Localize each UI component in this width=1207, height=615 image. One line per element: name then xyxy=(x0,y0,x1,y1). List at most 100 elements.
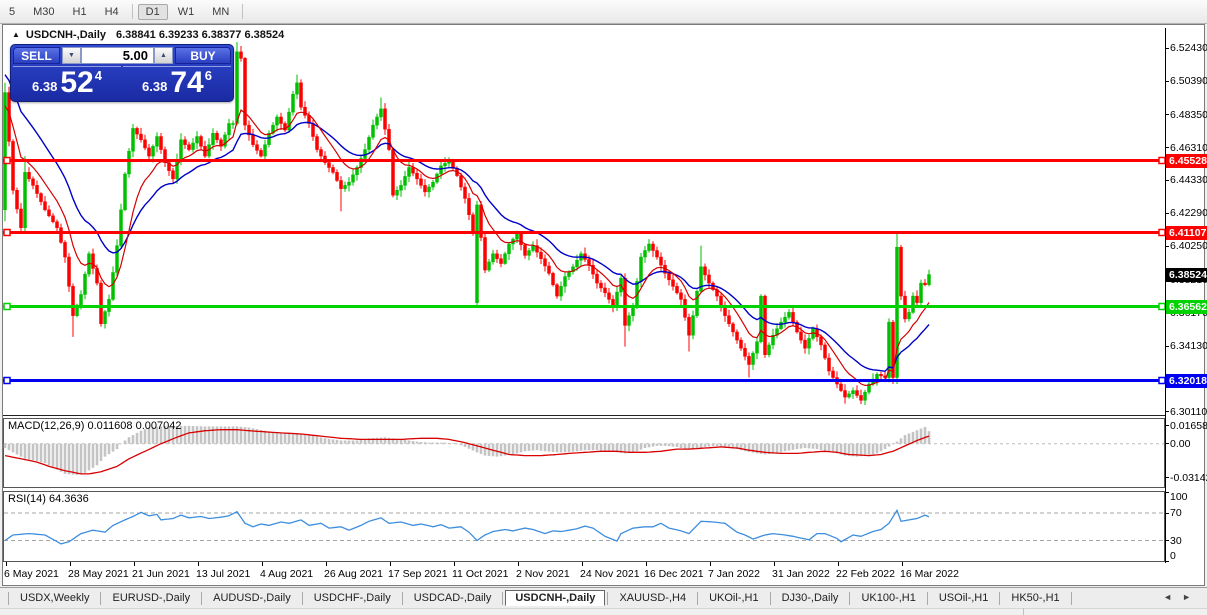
macd-histogram-bar xyxy=(575,443,579,452)
macd-histogram-bar xyxy=(427,442,431,444)
buy-price-pip: 6 xyxy=(204,68,212,83)
macd-histogram-bar xyxy=(895,441,899,444)
macd-histogram-bar xyxy=(439,442,443,444)
macd-histogram-bar xyxy=(111,443,115,452)
candle-body xyxy=(47,209,51,217)
sell-button[interactable]: SELL xyxy=(13,47,60,64)
macd-histogram-bar xyxy=(647,443,651,448)
date-tick xyxy=(838,562,839,566)
candle-body xyxy=(119,209,123,246)
date-tick xyxy=(454,562,455,566)
macd-histogram-bar xyxy=(867,443,871,455)
macd-histogram-bar xyxy=(359,439,363,444)
candle-body xyxy=(59,227,63,243)
chart-tab-uk100[interactable]: UK100-,H1 xyxy=(852,590,924,606)
candle-body xyxy=(35,185,39,194)
candle-body xyxy=(575,260,579,268)
chart-tab-eurusd[interactable]: EURUSD-,Daily xyxy=(103,590,199,606)
chart-tab-ukoil[interactable]: UKOil-,H1 xyxy=(700,590,768,606)
chart-tab-usdchf[interactable]: USDCHF-,Daily xyxy=(305,590,400,606)
macd-histogram-bar xyxy=(859,443,863,457)
timeframe-button-5[interactable]: 5 xyxy=(1,4,23,20)
buy-price-display[interactable]: 6.38 74 6 xyxy=(123,66,231,99)
chart-tab-audusd[interactable]: AUDUSD-,Daily xyxy=(204,590,300,606)
candle-body xyxy=(159,136,163,150)
candle-body xyxy=(395,190,399,196)
volume-decrease-button[interactable]: ▼ xyxy=(62,47,81,64)
volume-increase-button[interactable]: ▲ xyxy=(154,47,173,64)
timeframe-button-w1[interactable]: W1 xyxy=(170,4,203,20)
macd-histogram-bar xyxy=(355,440,359,444)
candle-body xyxy=(267,133,271,145)
candle-body xyxy=(599,282,603,289)
rsi-axis-label: 100 xyxy=(1170,491,1188,503)
candle-body xyxy=(375,116,379,126)
macd-histogram-bar xyxy=(871,443,875,455)
macd-histogram-bar xyxy=(671,443,675,447)
candle-body xyxy=(803,339,807,349)
candle-body xyxy=(823,344,827,359)
tab-scroll-buttons: ◄► xyxy=(1163,592,1201,602)
candle-body xyxy=(815,328,819,338)
candle-body xyxy=(807,338,811,349)
timeframe-button-mn[interactable]: MN xyxy=(204,4,237,20)
candle-body xyxy=(531,245,535,251)
buy-price-prefix: 6.38 xyxy=(142,79,168,94)
macd-histogram-bar xyxy=(139,430,143,444)
price-axis-label: 6.46310 xyxy=(1170,141,1207,154)
date-axis-label: 16 Mar 2022 xyxy=(900,568,959,580)
candle-body xyxy=(659,256,663,266)
volume-input[interactable]: 5.00 xyxy=(81,47,154,64)
level-price-tag: 6.45528 xyxy=(1166,153,1207,168)
date-axis-label: 7 Jan 2022 xyxy=(708,568,760,580)
buy-button[interactable]: BUY xyxy=(175,47,231,64)
candle-body xyxy=(155,136,159,147)
timeframe-button-h4[interactable]: H4 xyxy=(97,4,127,20)
chart-tab-usdcad[interactable]: USDCAD-,Daily xyxy=(405,590,501,606)
tab-scroll-right-button[interactable]: ► xyxy=(1182,592,1201,602)
sell-price-display[interactable]: 6.38 52 4 xyxy=(13,66,121,99)
rsi-axis-label: 70 xyxy=(1170,507,1182,520)
candle-body xyxy=(691,315,695,336)
date-axis-label: 2 Nov 2021 xyxy=(516,568,570,580)
candle-body xyxy=(487,261,491,271)
candle-body xyxy=(767,344,771,355)
timeframe-button-m30[interactable]: M30 xyxy=(25,4,62,20)
candle-body xyxy=(503,253,507,264)
candle-body xyxy=(79,294,83,306)
candle-body xyxy=(187,144,191,150)
chart-collapse-icon[interactable]: ▲ xyxy=(12,30,20,39)
candle-body xyxy=(275,116,279,126)
date-tick xyxy=(262,562,263,566)
candle-body xyxy=(543,258,547,267)
candle-body xyxy=(115,245,119,273)
macd-histogram-bar xyxy=(719,443,723,447)
chart-tab-usdcnh[interactable]: USDCNH-,Daily xyxy=(505,590,606,606)
candle-body xyxy=(127,150,131,175)
status-bar-divider xyxy=(1023,608,1024,615)
date-tick xyxy=(198,562,199,566)
tab-scroll-left-button[interactable]: ◄ xyxy=(1163,592,1182,602)
macd-histogram-bar xyxy=(667,443,671,447)
date-tick xyxy=(6,562,7,566)
macd-histogram-bar xyxy=(495,443,499,457)
candle-body xyxy=(419,178,423,186)
price-axis-label: 6.40250 xyxy=(1170,240,1207,253)
macd-histogram-bar xyxy=(675,443,679,447)
chart-tab-usoil[interactable]: USOil-,H1 xyxy=(930,590,998,606)
macd-histogram-bar xyxy=(547,443,551,452)
chart-tab-xauusd[interactable]: XAUUSD-,H4 xyxy=(610,590,695,606)
candle-body xyxy=(563,276,567,287)
tab-separator xyxy=(502,591,504,605)
macd-histogram-bar xyxy=(71,443,75,475)
timeframe-button-d1[interactable]: D1 xyxy=(137,3,168,20)
chart-tab-hk50[interactable]: HK50-,H1 xyxy=(1002,590,1068,606)
macd-histogram-bar xyxy=(11,443,15,453)
chart-tab-usdx[interactable]: USDX,Weekly xyxy=(11,590,98,606)
timeframe-toolbar: 5 M30 H1 H4 D1 W1 MN xyxy=(0,0,1207,24)
chart-tab-dj30[interactable]: DJ30-,Daily xyxy=(773,590,848,606)
timeframe-button-h1[interactable]: H1 xyxy=(65,4,95,20)
macd-histogram-bar xyxy=(35,443,39,461)
candle-body xyxy=(615,291,619,307)
axis-tick xyxy=(1165,492,1169,493)
